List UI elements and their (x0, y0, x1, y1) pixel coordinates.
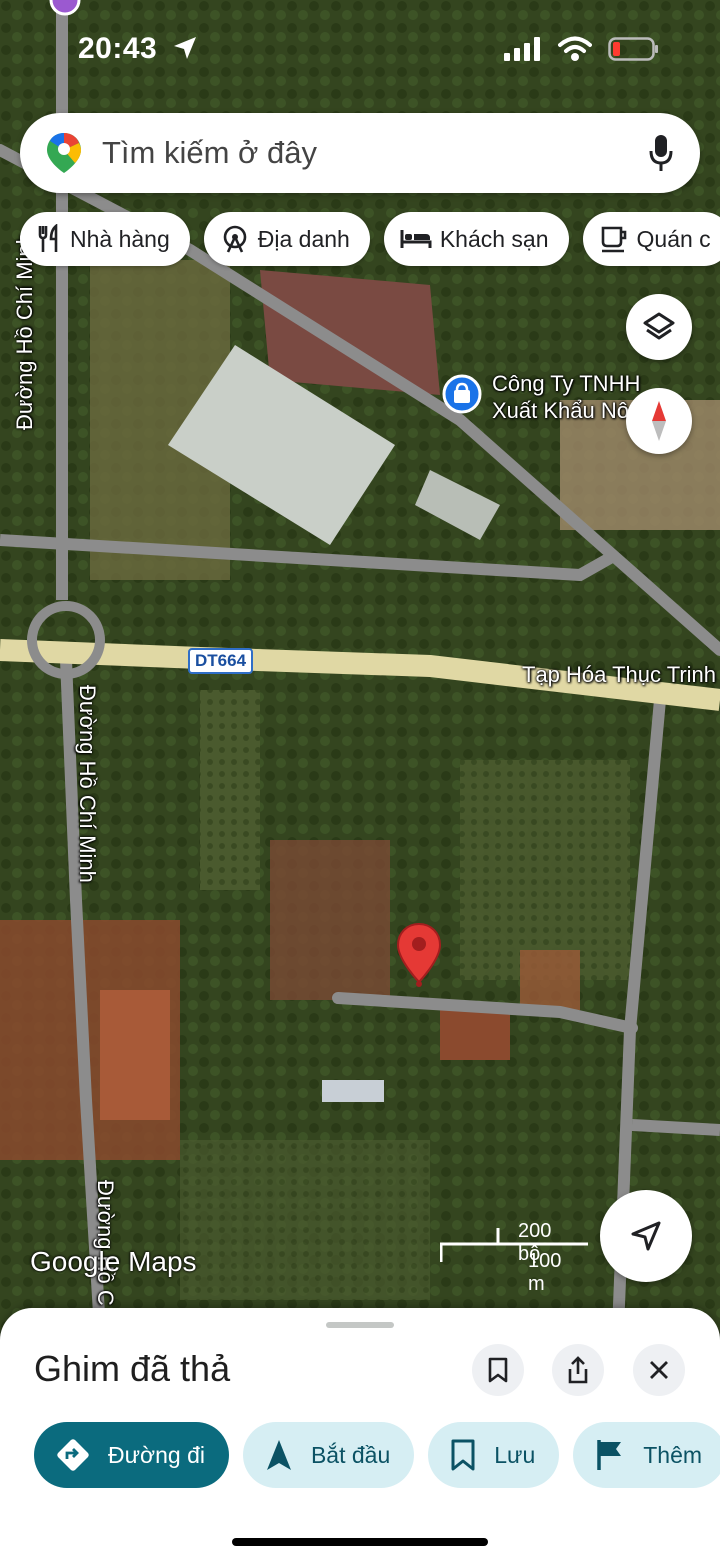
my-location-button[interactable] (600, 1190, 692, 1282)
wifi-icon (558, 36, 592, 61)
save-button[interactable]: Lưu (428, 1422, 560, 1488)
status-time: 20:43 (78, 32, 198, 66)
chip-hotels[interactable]: Khách sạn (383, 212, 569, 266)
road-label-ho-chi-minh-mid: Đường Hồ Chí Minh (75, 685, 100, 883)
compass-button[interactable] (626, 388, 692, 454)
bookmark-icon (451, 1439, 475, 1471)
location-marker-icon (49, 0, 81, 16)
google-maps-attribution: Google Maps (30, 1246, 197, 1277)
google-maps-logo-icon (47, 133, 81, 173)
category-chips: Nhà hàng Địa danh Khách sạn Quán c (20, 212, 720, 266)
road-badge: DT664 (188, 648, 254, 674)
poi-company[interactable] (442, 374, 482, 419)
chip-coffee[interactable]: Quán c (582, 212, 720, 266)
shop-label[interactable]: Tạp Hóa Thục Trinh (522, 662, 716, 688)
dropped-pin[interactable] (396, 922, 442, 993)
bed-icon (400, 230, 432, 248)
navigation-arrow-icon (266, 1440, 291, 1470)
close-button[interactable] (633, 1344, 685, 1396)
layers-icon (643, 312, 675, 340)
place-sheet[interactable]: Ghim đã thả Đường đi Bắt đầu Lưu Thêm (0, 1308, 720, 1560)
search-input[interactable]: Tìm kiếm ở đây (102, 135, 317, 171)
signal-icon (504, 37, 540, 61)
coffee-cup-icon (601, 226, 626, 253)
share-button[interactable] (552, 1344, 604, 1396)
shopping-bag-icon (442, 374, 482, 414)
status-bar: 20:43 (0, 0, 720, 100)
action-buttons: Đường đi Bắt đầu Lưu Thêm (34, 1422, 720, 1488)
directions-button[interactable]: Đường đi (34, 1422, 229, 1488)
microphone-icon[interactable] (648, 133, 674, 173)
navigation-arrow-icon (631, 1221, 661, 1251)
start-button[interactable]: Bắt đầu (242, 1422, 415, 1488)
sheet-title: Ghim đã thả (34, 1348, 231, 1389)
road-label-ho-chi-minh-bottom: Đường Hồ C (93, 1180, 118, 1306)
fork-knife-icon (38, 224, 58, 252)
location-arrow-icon (174, 37, 197, 59)
save-bookmark-button[interactable] (472, 1344, 524, 1396)
directions-icon (57, 1439, 89, 1471)
battery-low-icon (608, 37, 658, 61)
compass-icon (652, 401, 666, 441)
bookmark-icon (488, 1357, 508, 1383)
ferris-wheel-icon (223, 225, 247, 253)
map-pin-icon (396, 922, 442, 987)
flag-icon (597, 1440, 622, 1470)
more-button[interactable]: Thêm (573, 1422, 720, 1488)
home-indicator[interactable] (232, 1538, 488, 1546)
sheet-drag-handle[interactable] (326, 1322, 394, 1328)
layers-button[interactable] (626, 294, 692, 360)
chip-attractions[interactable]: Địa danh (203, 212, 370, 266)
search-bar[interactable]: Tìm kiếm ở đây (20, 113, 700, 193)
share-icon (568, 1356, 588, 1384)
close-icon (650, 1361, 668, 1379)
chip-restaurants[interactable]: Nhà hàng (20, 212, 190, 266)
scale-bar (440, 1228, 588, 1262)
satellite-map[interactable]: Đường Hồ Chí Minh Đường Hồ Chí Minh Đườn… (0, 0, 720, 1330)
